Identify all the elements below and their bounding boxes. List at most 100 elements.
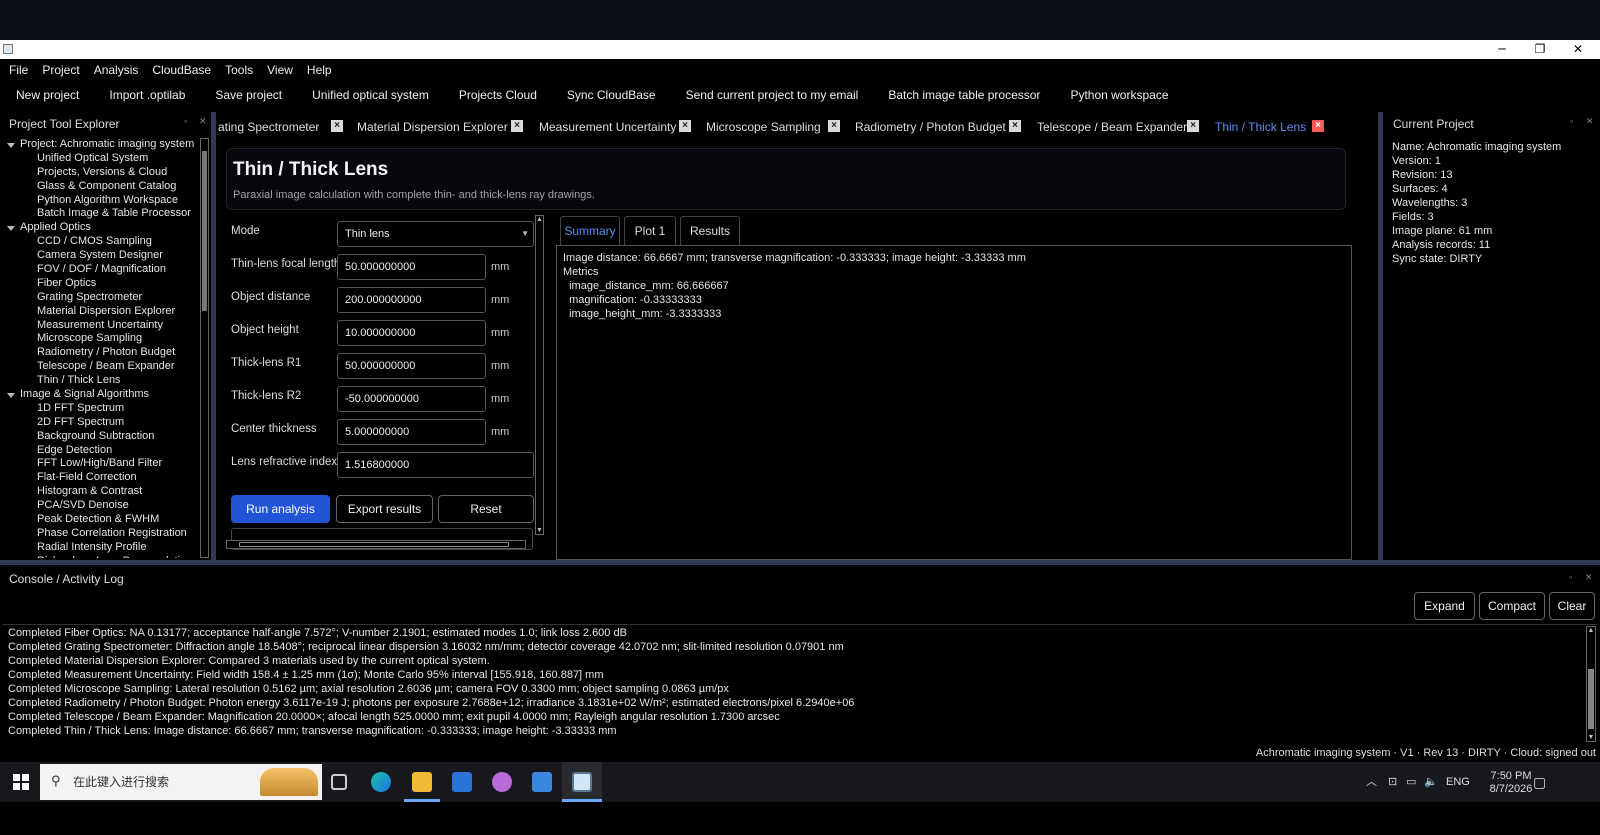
outlook-icon[interactable]: [452, 772, 472, 792]
tree-item[interactable]: Radiometry / Photon Budget: [0, 346, 202, 360]
tab-summary[interactable]: Summary: [560, 216, 620, 245]
tree-item[interactable]: 2D FFT Spectrum: [0, 416, 202, 430]
compact-button[interactable]: Compact: [1479, 592, 1545, 620]
run-analysis-button[interactable]: Run analysis: [231, 495, 330, 523]
tree-item[interactable]: FOV / DOF / Magnification: [0, 263, 202, 277]
float-icon[interactable]: ▫: [1569, 572, 1572, 582]
tree-item[interactable]: Projects, Versions & Cloud: [0, 166, 202, 180]
scroll-down-icon[interactable]: ▼: [1587, 734, 1595, 741]
send-email-button[interactable]: Send current project to my email: [686, 88, 859, 102]
clear-button[interactable]: Clear: [1549, 592, 1595, 620]
tree-item[interactable]: Measurement Uncertainty: [0, 319, 202, 333]
tree-item[interactable]: Camera System Designer: [0, 249, 202, 263]
new-project-button[interactable]: New project: [16, 88, 79, 102]
scroll-up-icon[interactable]: ▲: [536, 216, 543, 223]
menu-help[interactable]: Help: [307, 63, 332, 77]
tab-material-dispersion[interactable]: Material Dispersion Explorer: [357, 113, 508, 141]
menu-tools[interactable]: Tools: [225, 63, 253, 77]
tree-item[interactable]: Richardson-Lucy Deconvolution: [0, 555, 202, 558]
tree-item[interactable]: Grating Spectrometer: [0, 291, 202, 305]
python-workspace-button[interactable]: Python workspace: [1070, 88, 1168, 102]
r1-input[interactable]: 50.000000000: [337, 353, 486, 379]
scroll-down-icon[interactable]: ▼: [536, 527, 543, 534]
console-scrollbar[interactable]: ▲ ▼: [1586, 626, 1596, 742]
tree-item[interactable]: Telescope / Beam Expander: [0, 360, 202, 374]
tree-item[interactable]: FFT Low/High/Band Filter: [0, 457, 202, 471]
menu-analysis[interactable]: Analysis: [94, 63, 139, 77]
center-thickness-input[interactable]: 5.000000000: [337, 419, 486, 445]
menu-file[interactable]: File: [9, 63, 28, 77]
save-project-button[interactable]: Save project: [215, 88, 282, 102]
tray-language[interactable]: ENG: [1446, 762, 1470, 802]
scroll-thumb[interactable]: [1588, 669, 1594, 729]
bottom-splitter[interactable]: [0, 560, 1600, 565]
tab-telescope[interactable]: Telescope / Beam Expander: [1037, 113, 1187, 141]
float-icon[interactable]: ▫: [1570, 116, 1573, 126]
tab-close-icon[interactable]: ×: [331, 120, 343, 132]
tray-clock[interactable]: 7:50 PM 8/7/2026: [1489, 770, 1533, 796]
close-panel-icon[interactable]: ✕: [199, 116, 207, 127]
taskbar-search-box[interactable]: ⚲ 在此键入进行搜索: [40, 764, 322, 800]
tree-item[interactable]: Flat-Field Correction: [0, 471, 202, 485]
sync-cloudbase-button[interactable]: Sync CloudBase: [567, 88, 656, 102]
tab-close-icon[interactable]: ×: [828, 120, 840, 132]
tree-item[interactable]: Python Algorithm Workspace: [0, 194, 202, 208]
tab-radiometry[interactable]: Radiometry / Photon Budget: [855, 113, 1006, 141]
menu-project[interactable]: Project: [42, 63, 79, 77]
tab-close-icon[interactable]: ×: [511, 120, 523, 132]
tab-plot-1[interactable]: Plot 1: [624, 216, 676, 245]
minimize-button[interactable]: ─: [1484, 40, 1520, 59]
right-splitter[interactable]: [1378, 112, 1383, 560]
tree-item[interactable]: CCD / CMOS Sampling: [0, 235, 202, 249]
unified-optical-system-button[interactable]: Unified optical system: [312, 88, 429, 102]
windows-start-icon[interactable]: [13, 774, 29, 790]
close-panel-icon[interactable]: ✕: [1586, 116, 1594, 127]
tree-item[interactable]: Batch Image & Table Processor: [0, 207, 202, 221]
import-optilab-button[interactable]: Import .optilab: [109, 88, 185, 102]
tab-close-icon[interactable]: ×: [1187, 120, 1199, 132]
tree-item[interactable]: Material Dispersion Explorer: [0, 305, 202, 319]
tree-item[interactable]: Unified Optical System: [0, 152, 202, 166]
r2-input[interactable]: -50.000000000: [337, 386, 486, 412]
object-distance-input[interactable]: 200.000000000: [337, 287, 486, 313]
projects-cloud-button[interactable]: Projects Cloud: [459, 88, 537, 102]
tree-item[interactable]: Microscope Sampling: [0, 332, 202, 346]
tree-item[interactable]: Fiber Optics: [0, 277, 202, 291]
focal-length-input[interactable]: 50.000000000: [337, 254, 486, 280]
reset-button[interactable]: Reset: [438, 495, 534, 523]
tree-item[interactable]: Histogram & Contrast: [0, 485, 202, 499]
tree-item[interactable]: Glass & Component Catalog: [0, 180, 202, 194]
tree-group[interactable]: Image & Signal Algorithms: [0, 388, 202, 402]
close-panel-icon[interactable]: ✕: [1585, 572, 1593, 583]
explorer-scrollbar[interactable]: [200, 138, 209, 558]
tray-network-icon[interactable]: ⊡: [1388, 762, 1397, 802]
store-icon[interactable]: [532, 772, 552, 792]
tree-item[interactable]: Background Subtraction: [0, 430, 202, 444]
tray-chevron-icon[interactable]: ︿: [1366, 762, 1377, 802]
tree-item[interactable]: Peak Detection & FWHM: [0, 513, 202, 527]
expand-button[interactable]: Expand: [1414, 592, 1475, 620]
menu-cloudbase[interactable]: CloudBase: [152, 63, 211, 77]
tab-measurement-uncertainty[interactable]: Measurement Uncertainty: [539, 113, 676, 141]
tree-item[interactable]: Edge Detection: [0, 444, 202, 458]
edge-browser-icon[interactable]: [371, 772, 391, 792]
export-results-button[interactable]: Export results: [336, 495, 433, 523]
tree-item[interactable]: 1D FFT Spectrum: [0, 402, 202, 416]
mode-select[interactable]: Thin lens ▼: [337, 221, 534, 247]
scroll-thumb[interactable]: [239, 542, 509, 547]
restore-button[interactable]: ❐: [1522, 40, 1558, 59]
task-view-icon[interactable]: [331, 774, 347, 790]
tab-close-icon[interactable]: ×: [1312, 120, 1324, 132]
tree-item[interactable]: PCA/SVD Denoise: [0, 499, 202, 513]
tab-microscope-sampling[interactable]: Microscope Sampling: [706, 113, 821, 141]
tree-group[interactable]: Project: Achromatic imaging system: [0, 138, 202, 152]
tree-item[interactable]: Phase Correlation Registration: [0, 527, 202, 541]
float-icon[interactable]: ▫: [184, 116, 187, 126]
tree-item[interactable]: Radial Intensity Profile: [0, 541, 202, 555]
tab-results[interactable]: Results: [680, 216, 740, 245]
form-scrollbar[interactable]: ▲ ▼: [535, 215, 544, 535]
menu-view[interactable]: View: [267, 63, 293, 77]
close-button[interactable]: ✕: [1560, 40, 1596, 59]
tray-display-icon[interactable]: ▭: [1406, 762, 1416, 802]
scroll-thumb[interactable]: [202, 151, 207, 311]
